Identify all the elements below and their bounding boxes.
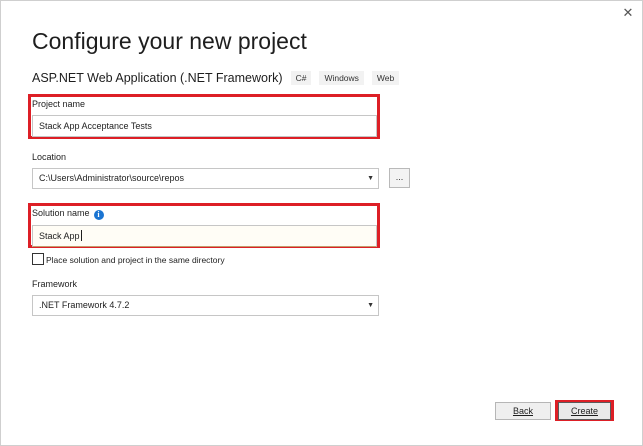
project-name-label: Project name <box>32 99 86 109</box>
framework-combobox[interactable]: .NET Framework 4.7.2 ▼ <box>32 295 379 316</box>
location-value: C:\Users\Administrator\source\repos <box>39 173 185 183</box>
project-name-input[interactable]: Stack App Acceptance Tests <box>32 115 377 137</box>
page-title: Configure your new project <box>32 28 307 54</box>
back-button[interactable]: Back <box>495 402 551 420</box>
same-directory-checkbox[interactable] <box>32 253 44 265</box>
browse-button[interactable]: ... <box>389 168 410 188</box>
info-icon[interactable]: i <box>93 210 104 220</box>
solution-name-value: Stack App <box>39 231 80 241</box>
chevron-down-icon: ▼ <box>367 175 374 182</box>
same-directory-label[interactable]: Place solution and project in the same d… <box>46 255 225 265</box>
framework-value: .NET Framework 4.7.2 <box>39 300 130 310</box>
project-name-value: Stack App Acceptance Tests <box>39 121 152 131</box>
chevron-down-icon: ▼ <box>367 302 374 309</box>
create-button[interactable]: Create <box>558 402 611 420</box>
template-info: ASP.NET Web Application (.NET Framework)… <box>32 70 400 86</box>
solution-name-label-text: Solution name <box>32 208 90 218</box>
tag-platform: Windows <box>319 71 364 85</box>
location-combobox[interactable]: C:\Users\Administrator\source\repos ▼ <box>32 168 379 189</box>
framework-label: Framework <box>32 279 78 289</box>
solution-name-label: Solution name i <box>32 208 104 220</box>
back-button-label: Back <box>512 406 533 416</box>
create-button-label: Create <box>570 406 598 416</box>
tag-language: C# <box>290 71 312 85</box>
close-button[interactable]: ✕ <box>619 5 637 21</box>
template-name: ASP.NET Web Application (.NET Framework) <box>32 71 283 85</box>
solution-name-input[interactable]: Stack App <box>32 225 377 247</box>
tag-project-type: Web <box>371 71 400 85</box>
close-icon: ✕ <box>622 5 634 20</box>
text-cursor <box>80 230 82 241</box>
configure-project-dialog: ✕ Configure your new project ASP.NET Web… <box>0 0 643 446</box>
location-label: Location <box>32 152 67 162</box>
